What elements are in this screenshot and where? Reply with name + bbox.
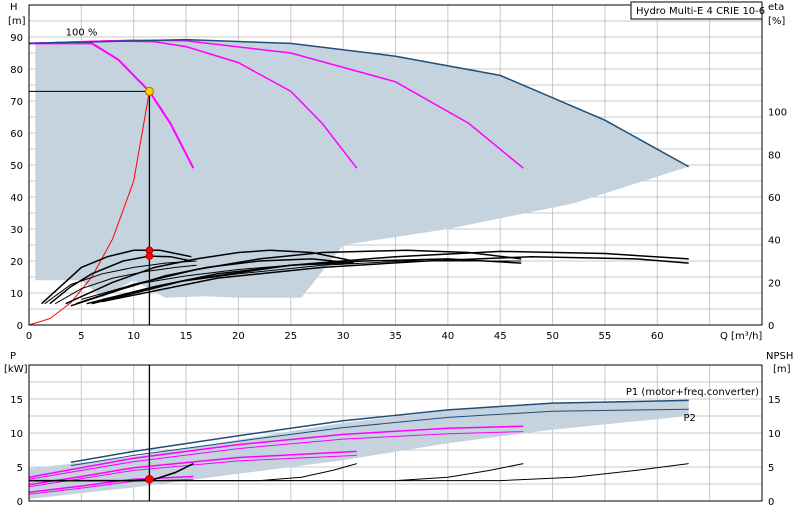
head-y-axis-label: H: [10, 2, 18, 13]
eta-y2-axis-unit: [%]: [768, 16, 785, 27]
power-y-axis-unit: [kW]: [4, 364, 28, 375]
npsh-y2-tick-label: 15: [768, 395, 781, 406]
npsh-y2-tick-label: 5: [768, 463, 774, 474]
head-x-tick-label: 5: [78, 331, 84, 342]
eta-y2-tick-label: 80: [768, 150, 781, 161]
head-x-tick-label: 25: [284, 331, 297, 342]
npsh-y2-axis-unit: [m]: [773, 364, 791, 375]
duty-point-efficiency-marker-1: [145, 252, 154, 260]
power-y-axis-label: P: [10, 351, 16, 362]
npsh-y2-tick-label: 0: [768, 497, 774, 508]
head-x-tick-label: 60: [651, 331, 664, 342]
npsh-y2-tick-label: 10: [768, 429, 781, 440]
flow-x-axis-label: Q [m³/h]: [720, 331, 762, 342]
eta-y2-tick-label: 40: [768, 236, 781, 247]
head-y-tick-label: 0: [17, 321, 23, 332]
power-y-tick-label: 10: [10, 429, 23, 440]
head-x-tick-label: 10: [127, 331, 140, 342]
eta-y2-tick-label: 100: [768, 108, 787, 119]
head-y-tick-label: 60: [10, 129, 23, 140]
duty-point-marker: [144, 86, 154, 96]
power-y-tick-label: 15: [10, 395, 23, 406]
power-duty-point-marker: [145, 474, 154, 484]
chart-canvas: 01020304050607080900204060801000 5 10 15 20 2…: [4, 1, 793, 508]
head-x-tick-label: 0: [26, 331, 32, 342]
head-y-tick-label: 50: [10, 161, 23, 172]
head-x-tick-label: 20: [232, 331, 245, 342]
head-y-tick-label: 20: [10, 257, 23, 268]
eta-y2-axis-label: eta: [768, 2, 784, 13]
head-y-tick-label: 30: [10, 225, 23, 236]
chart-title: Hydro Multi-E 4 CRIE 10-6: [636, 6, 765, 17]
head-x-tick-label: 55: [599, 331, 612, 342]
head-x-tick-label: 50: [546, 331, 559, 342]
head-x-tick-label: 40: [441, 331, 454, 342]
head-y-tick-label: 40: [10, 193, 23, 204]
head-x-tick-label: 35: [389, 331, 402, 342]
npsh-y2-axis-label: NPSH: [766, 351, 793, 362]
eta-y2-tick-label: 0: [768, 321, 774, 332]
head-x-tick-label: 30: [337, 331, 350, 342]
speed-annotation-label: 100 %: [66, 27, 98, 38]
eta-y2-tick-label: 20: [768, 278, 781, 289]
power-curve-label-1: P2: [683, 413, 695, 424]
power-curve-label-0: P1 (motor+freq.converter): [626, 387, 759, 398]
head-x-tick-label: 45: [494, 331, 507, 342]
power-y-tick-label: 5: [17, 463, 23, 474]
head-y-tick-label: 80: [10, 65, 23, 76]
pump-performance-chart: 0 10 20 30 40 50 60 70 80 90 0 20 40 60 80 100 0 5 10 15 20 2…: [0, 0, 800, 520]
power-y-tick-label: 0: [17, 497, 23, 508]
eta-y2-tick-label: 60: [768, 193, 781, 204]
head-y-tick-label: 70: [10, 97, 23, 108]
head-x-tick-label: 15: [180, 331, 193, 342]
head-y-tick-label: 10: [10, 289, 23, 300]
head-y-tick-label: 90: [10, 33, 23, 44]
head-y-axis-unit: [m]: [8, 16, 26, 27]
